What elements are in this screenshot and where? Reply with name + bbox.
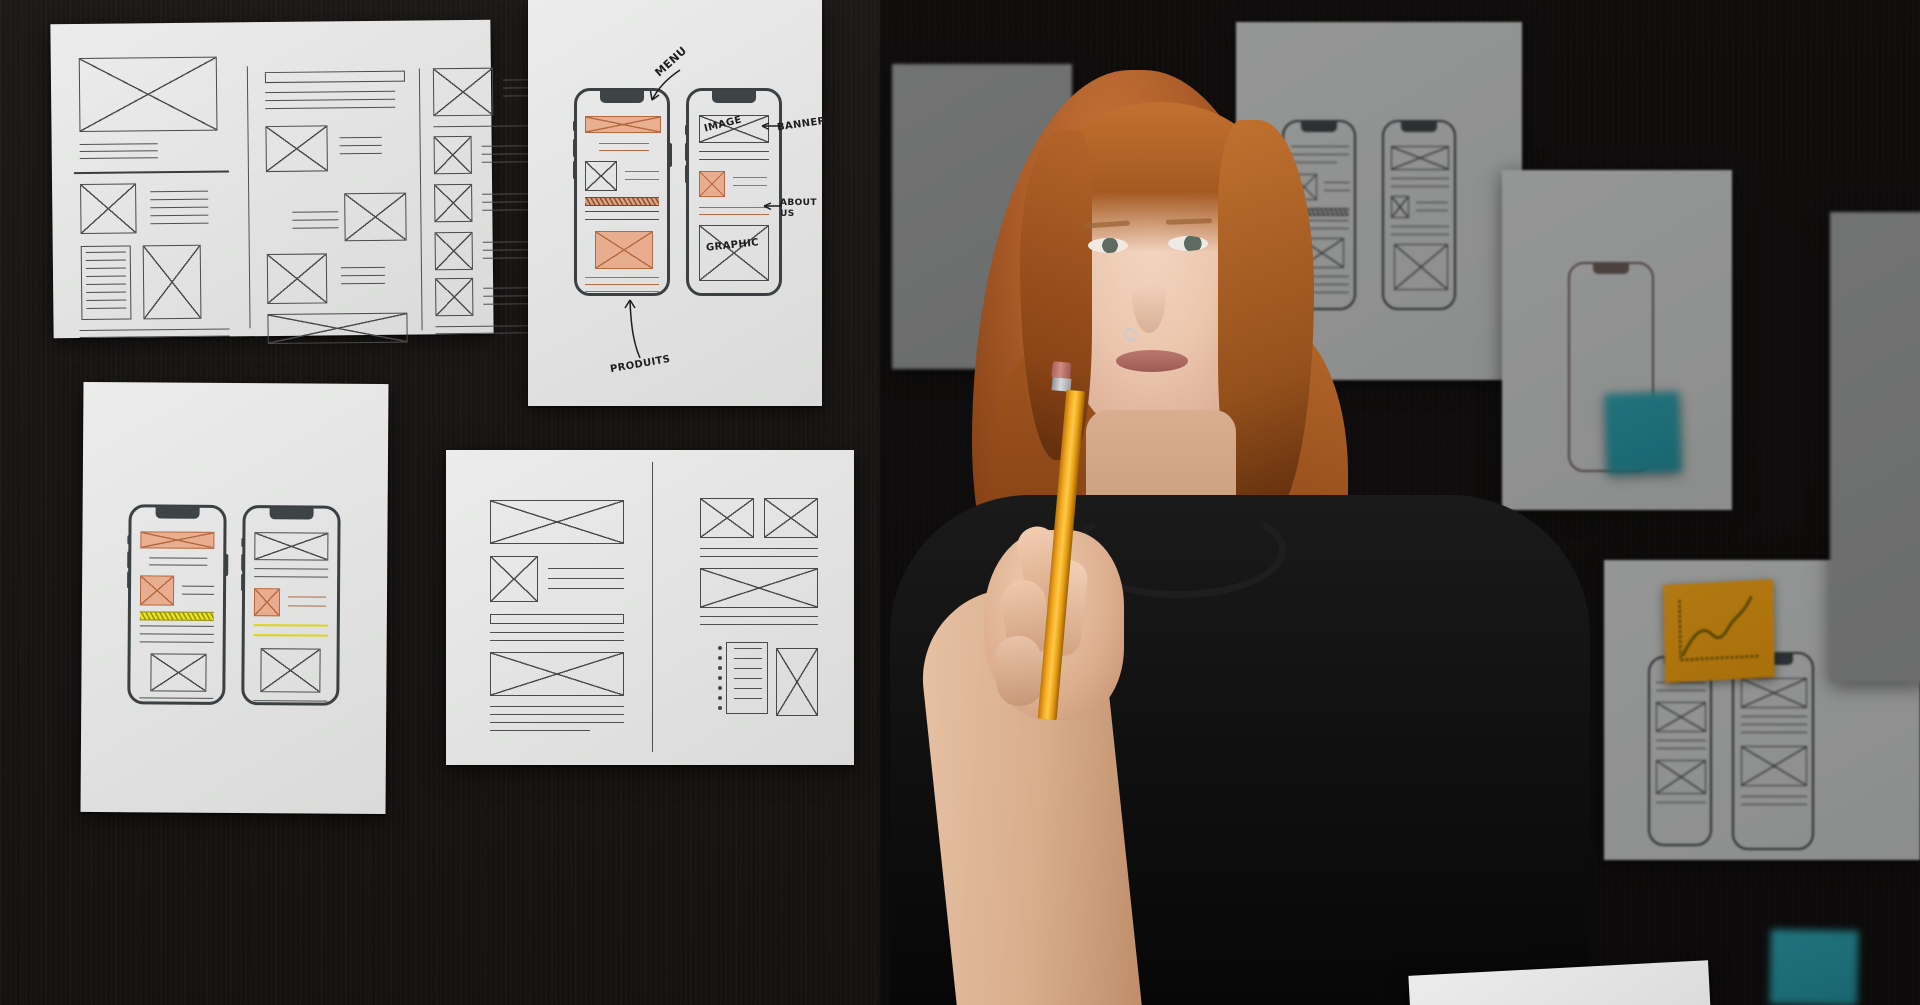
eye-right <box>1168 236 1208 251</box>
person-designer <box>890 40 1600 1005</box>
phone-highlight-left <box>126 504 228 705</box>
nose-piercing-icon <box>1124 328 1137 341</box>
annotation-about-us: ABOUT US <box>780 198 817 220</box>
sheet-mobile-highlight <box>80 381 389 815</box>
arrow-menu <box>649 69 681 101</box>
arrow-about-us <box>763 202 782 211</box>
sheet-mobile-annotated: MENU PRODUITS IMAGE BANNER ABOUT US GRAP… <box>528 0 826 406</box>
phone-mockup-left <box>572 88 672 296</box>
photo-scene: MENU PRODUITS IMAGE BANNER ABOUT US GRAP… <box>0 0 1920 1005</box>
sticky-note-graph <box>1663 579 1775 683</box>
arrow-banner <box>761 122 782 131</box>
produits-block <box>595 231 653 269</box>
sticky-note-cyan-bottom <box>1769 929 1859 1005</box>
sheet-bg-edge-right <box>1830 212 1920 682</box>
sheet-two-column-layout <box>446 450 854 765</box>
arrow-produits <box>624 299 641 359</box>
pencil-eraser <box>1051 361 1072 379</box>
eye-left <box>1088 238 1128 253</box>
menu-block <box>585 116 661 133</box>
phone-highlight-right <box>240 505 341 706</box>
annotation-banner: BANNER <box>776 115 827 134</box>
sheet-top-left-wireframe <box>50 19 544 345</box>
mouth <box>1116 350 1188 372</box>
sticky-note-cyan-top <box>1604 391 1682 475</box>
finger-ring <box>993 634 1045 708</box>
about-us-block <box>699 171 725 197</box>
nose <box>1132 255 1166 333</box>
